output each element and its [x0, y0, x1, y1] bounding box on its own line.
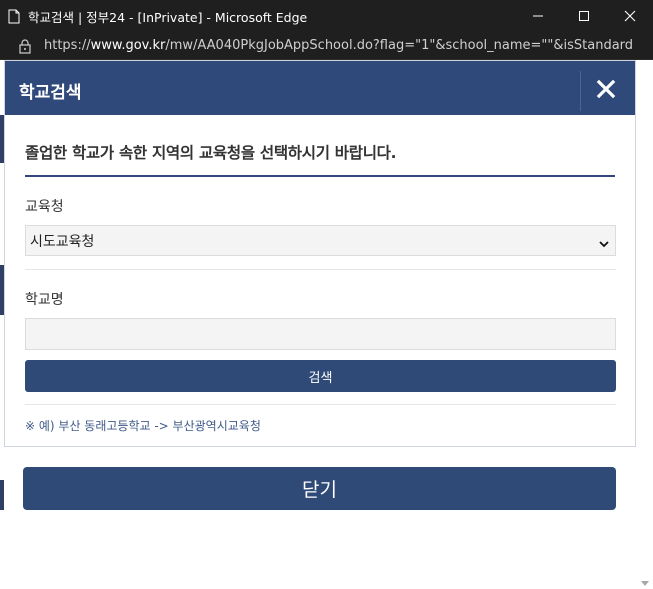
- maximize-button[interactable]: [561, 0, 607, 32]
- close-button[interactable]: 닫기: [23, 467, 616, 510]
- office-select-value: 시도교육청: [30, 233, 95, 250]
- divider: [25, 269, 616, 270]
- office-select[interactable]: 시도교육청: [25, 225, 616, 256]
- url-scheme: https://: [44, 38, 91, 53]
- search-button[interactable]: 검색: [25, 360, 616, 392]
- url-host: www.gov.kr: [90, 38, 166, 53]
- office-label: 교육청: [25, 199, 64, 215]
- lock-icon: [18, 38, 32, 54]
- address-bar[interactable]: https://www.gov.kr/mw/AA040PkgJobAppScho…: [0, 32, 653, 60]
- page-icon: [8, 9, 20, 24]
- minimize-button[interactable]: [515, 0, 561, 32]
- example-text: ※ 예) 부산 동래고등학교 -> 부산광역시교육청: [25, 419, 261, 433]
- divider: [25, 404, 616, 405]
- header-divider: [580, 71, 581, 111]
- modal-close-button[interactable]: [594, 77, 618, 101]
- scrollbar[interactable]: [636, 60, 653, 589]
- window-titlebar: 학교검색 | 정부24 - [InPrivate] - Microsoft Ed…: [0, 0, 653, 32]
- window-controls: [515, 0, 653, 32]
- window-close-button[interactable]: [607, 0, 653, 32]
- school-search-modal: 학교검색 졸업한 학교가 속한 지역의 교육청을 선택하시기 바랍니다. 교육청…: [4, 60, 636, 447]
- close-icon: [596, 79, 616, 99]
- close-icon: [624, 10, 636, 22]
- instruction-text: 졸업한 학교가 속한 지역의 교육청을 선택하시기 바랍니다.: [25, 115, 615, 177]
- chevron-down-icon: [599, 236, 609, 252]
- school-name-input[interactable]: [25, 318, 616, 350]
- background-strip: [0, 480, 4, 510]
- url-path: /mw/AA040PkgJobAppSchool.do?flag="1"&sch…: [165, 38, 634, 53]
- minimize-icon: [533, 15, 543, 17]
- url-text[interactable]: https://www.gov.kr/mw/AA040PkgJobAppScho…: [44, 38, 634, 53]
- scroll-down-icon[interactable]: [641, 581, 649, 586]
- school-name-label: 학교명: [25, 292, 64, 308]
- window-title: 학교검색 | 정부24 - [InPrivate] - Microsoft Ed…: [28, 9, 308, 25]
- modal-body: 졸업한 학교가 속한 지역의 교육청을 선택하시기 바랍니다. 교육청 시도교육…: [5, 115, 635, 434]
- maximize-icon: [579, 11, 589, 21]
- modal-header: 학교검색: [5, 61, 635, 115]
- modal-title: 학교검색: [19, 83, 82, 103]
